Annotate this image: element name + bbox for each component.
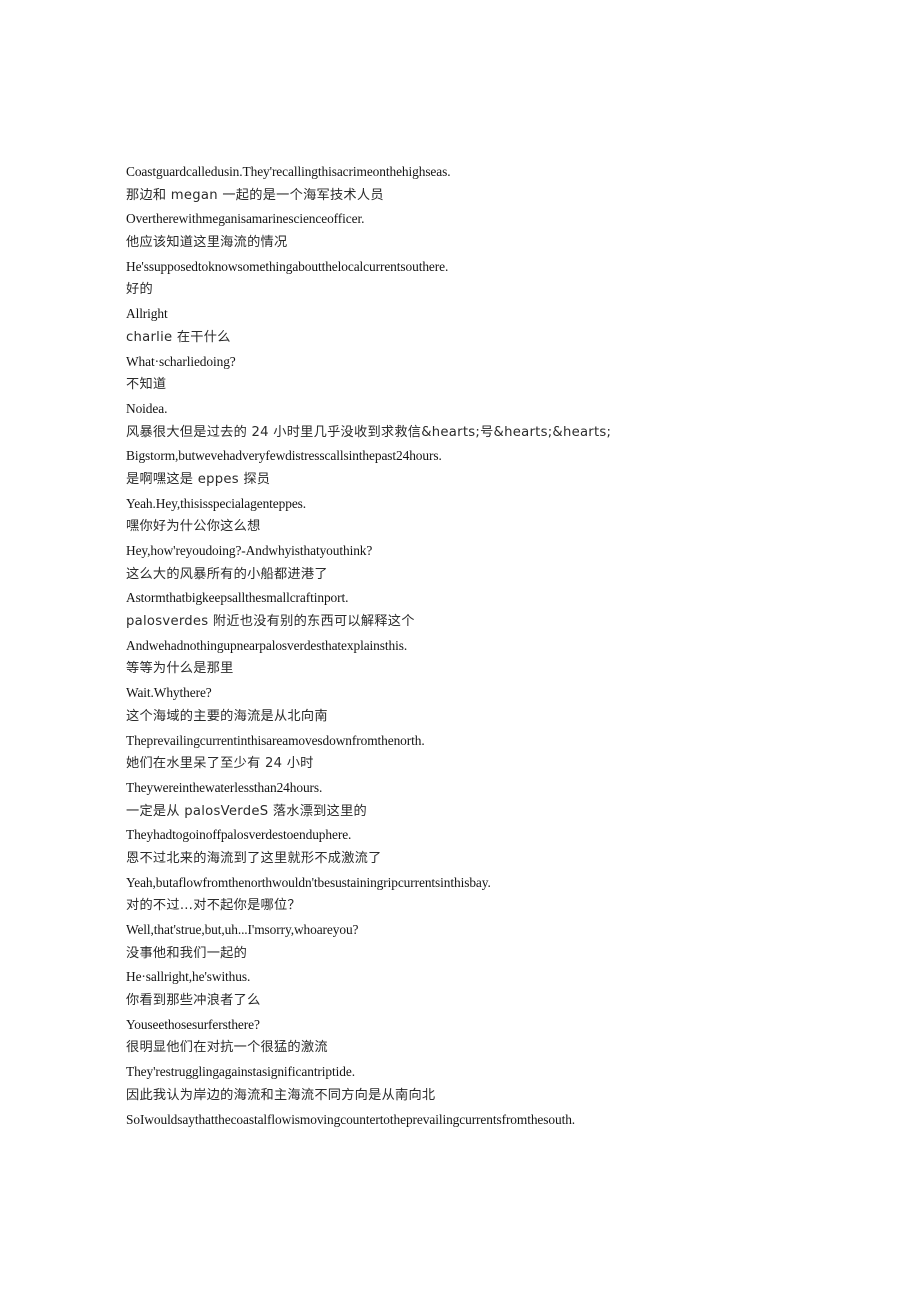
transcript-line-zh: 不知道	[126, 377, 167, 393]
transcript-line-en: Wait.Whythere?	[126, 685, 212, 701]
transcript-line-zh: 这个海域的主要的海流是从北向南	[126, 708, 328, 724]
transcript-line-en: They'restrugglingagainstasignificantript…	[126, 1064, 355, 1080]
transcript-line-zh: 她们在水里呆了至少有 24 小时	[126, 756, 314, 772]
transcript-line-zh: 是啊嘿这是 eppes 探员	[126, 471, 271, 487]
transcript-line-en: Hey,how'reyoudoing?-Andwhyisthatyouthink…	[126, 543, 373, 558]
transcript-line-en: Andwehadnothingupnearpalosverdesthatexpl…	[126, 637, 408, 653]
transcript-line-en: Youseethosesurfersthere?	[126, 1016, 260, 1032]
transcript-line-zh: 他应该知道这里海流的情况	[126, 235, 288, 251]
transcript-line-zh: 好的	[126, 282, 153, 298]
transcript-line-en: Overtherewithmeganisamarinescienceoffice…	[126, 211, 365, 227]
transcript-line-en: Astormthatbigkeepsallthesmallcraftinport…	[126, 590, 349, 606]
transcript-line-zh: 恩不过北来的海流到了这里就形不成激流了	[126, 850, 382, 866]
transcript-line-en: Coastguardcalledusin.They'recallingthisa…	[126, 164, 451, 179]
transcript-line-zh: 很明显他们在对抗一个很猛的激流	[126, 1040, 328, 1056]
transcript-line-en: Theprevailingcurrentinthisareamovesdownf…	[126, 732, 425, 748]
transcript-line-zh: 没事他和我们一起的	[126, 945, 248, 961]
transcript-line-zh: 嘿你好为什公你这么想	[126, 519, 261, 535]
transcript-line-en: He'ssupposedtoknowsomethingaboutthelocal…	[126, 258, 449, 274]
transcript-line-zh: palosverdes 附近也没有别的东西可以解释这个	[126, 614, 415, 630]
transcript-line-en: Yeah,butaflowfromthenorthwouldn'tbesusta…	[126, 874, 491, 890]
transcript-line-en: Bigstorm,butwevehadveryfewdistresscallsi…	[126, 448, 442, 464]
transcript-line-zh: charlie 在干什么	[126, 329, 231, 345]
transcript-line-en: Theyhadtogoinoffpalosverdestoenduphere.	[126, 827, 352, 843]
transcript-line-zh: 风暴很大但是过去的 24 小时里几乎没收到求救信&hearts;号&hearts…	[126, 424, 612, 440]
transcript-line-en: SoIwouldsaythatthecoastalflowismovingcou…	[126, 1111, 576, 1127]
transcript-line-en: Allright	[126, 306, 168, 322]
transcript-line-zh: 你看到那些冲浪者了么	[126, 993, 261, 1009]
transcript-line-zh: 等等为什么是那里	[126, 661, 234, 677]
transcript-line-zh: 一定是从 palosVerdeS 落水漂到这里的	[126, 803, 367, 819]
transcript-body: Coastguardcalledusin.They'recallingthisa…	[126, 160, 826, 1131]
transcript-line-zh: 对的不过…对不起你是哪位？	[126, 898, 301, 914]
document-page: Coastguardcalledusin.They'recallingthisa…	[0, 0, 920, 1301]
transcript-line-en: Theywereinthewaterlessthan24hours.	[126, 779, 323, 795]
transcript-line-zh: 这么大的风暴所有的小船都进港了	[126, 566, 328, 582]
transcript-line-en: Yeah.Hey,thisisspecialagenteppes.	[126, 495, 307, 511]
transcript-line-en: What·scharliedoing?	[126, 353, 236, 369]
transcript-line-en: Well,that'strue,but,uh...I'msorry,whoare…	[126, 922, 359, 937]
transcript-line-en: Noidea.	[126, 400, 168, 416]
transcript-line-zh: 那边和 megan 一起的是一个海军技术人员	[126, 187, 384, 203]
transcript-line-zh: 因此我认为岸边的海流和主海流不同方向是从南向北	[126, 1087, 436, 1103]
transcript-line-en: He·sallright,he'swithus.	[126, 969, 251, 985]
